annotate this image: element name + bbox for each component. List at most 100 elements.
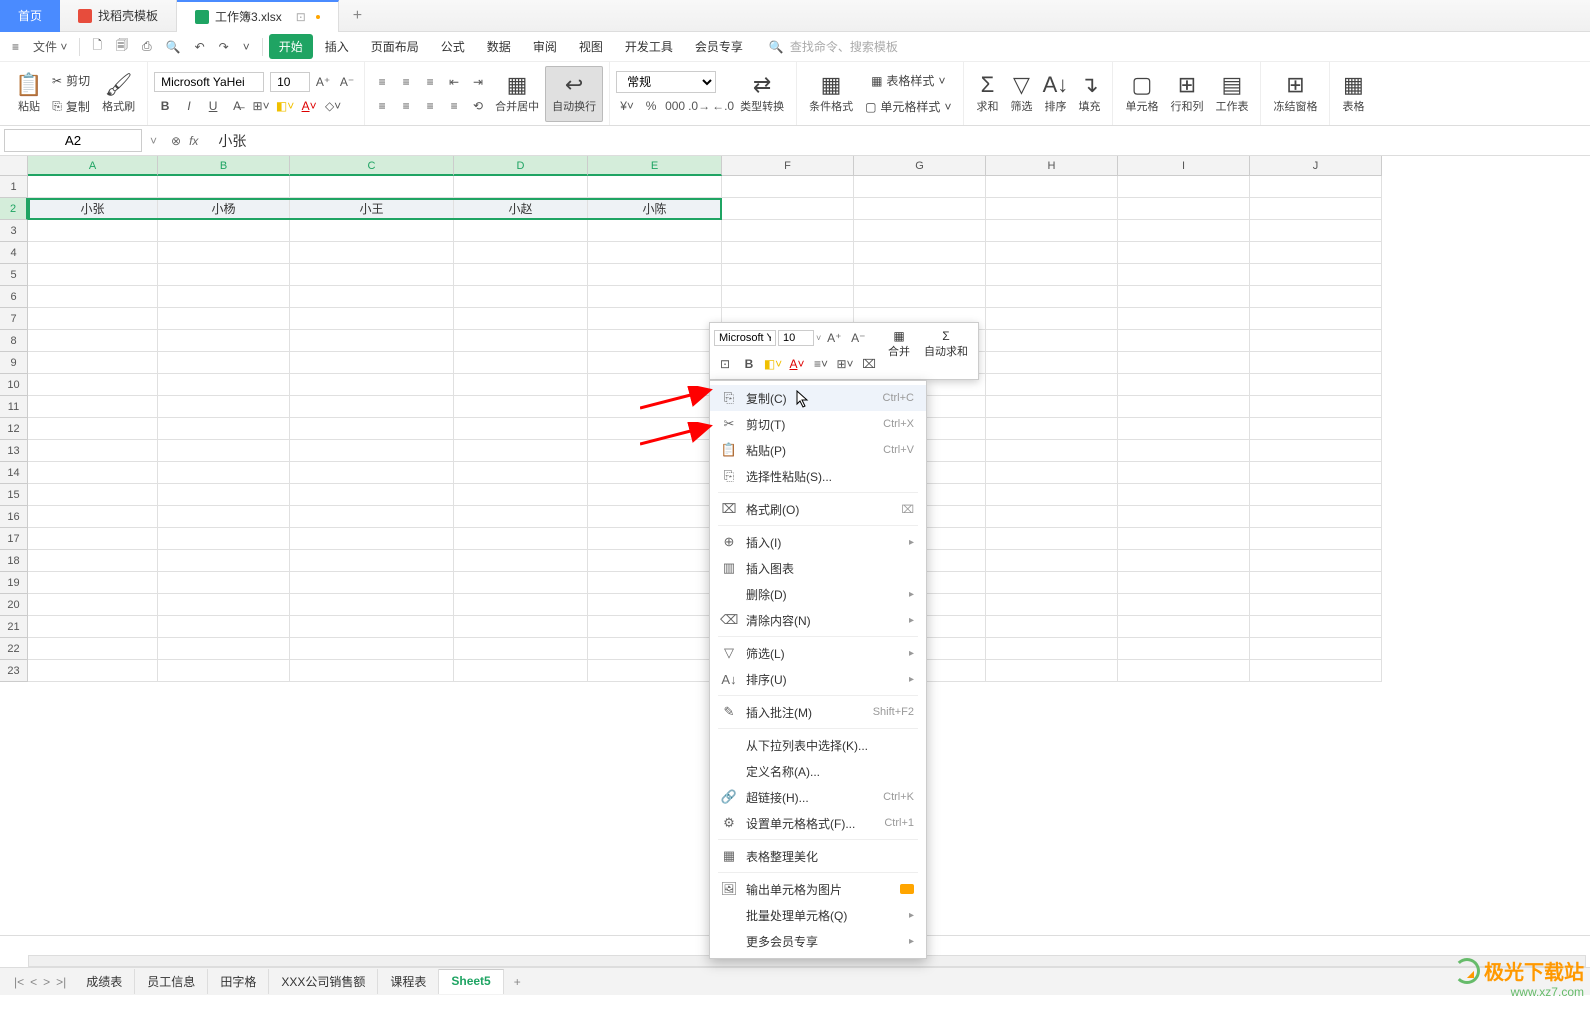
- cell[interactable]: [454, 572, 588, 594]
- cell[interactable]: [986, 330, 1118, 352]
- context-menu-item[interactable]: ⊕插入(I)▸: [710, 529, 926, 555]
- cell[interactable]: [158, 484, 290, 506]
- cell[interactable]: [1118, 594, 1250, 616]
- cell[interactable]: [986, 418, 1118, 440]
- cell[interactable]: [28, 330, 158, 352]
- cell[interactable]: [28, 638, 158, 660]
- cell[interactable]: [1118, 528, 1250, 550]
- sheet-next-icon[interactable]: >: [43, 975, 50, 989]
- cell[interactable]: [158, 352, 290, 374]
- cell[interactable]: [1118, 198, 1250, 220]
- freeze-button[interactable]: ⊞冻结窗格: [1267, 66, 1323, 122]
- cell[interactable]: [588, 594, 722, 616]
- cell[interactable]: [158, 506, 290, 528]
- cell[interactable]: [454, 374, 588, 396]
- comma-icon[interactable]: 000: [664, 95, 686, 117]
- mini-font-size[interactable]: [778, 330, 814, 346]
- row-header[interactable]: 13: [0, 440, 28, 462]
- align-left-icon[interactable]: ≡: [371, 95, 393, 117]
- mini-increase-font-icon[interactable]: A⁺: [823, 327, 845, 349]
- cell[interactable]: [1118, 638, 1250, 660]
- context-menu-item[interactable]: 🖼输出单元格为图片: [710, 876, 926, 902]
- cell[interactable]: [28, 374, 158, 396]
- context-menu-item[interactable]: 📋粘贴(P)Ctrl+V: [710, 437, 926, 463]
- fx-icon[interactable]: fx: [189, 134, 198, 148]
- cell[interactable]: [588, 550, 722, 572]
- cell[interactable]: [1250, 616, 1382, 638]
- row-header[interactable]: 18: [0, 550, 28, 572]
- cell[interactable]: [1118, 396, 1250, 418]
- mini-bold-button[interactable]: B: [738, 353, 760, 375]
- strikethrough-button[interactable]: A̶: [226, 95, 248, 117]
- context-menu-item[interactable]: A↓排序(U)▸: [710, 666, 926, 692]
- mini-select-icon[interactable]: ⊡: [714, 353, 736, 375]
- cell[interactable]: [28, 352, 158, 374]
- cell[interactable]: [1250, 220, 1382, 242]
- cell[interactable]: [454, 220, 588, 242]
- cell[interactable]: [28, 418, 158, 440]
- cell[interactable]: [1250, 528, 1382, 550]
- cell[interactable]: [158, 176, 290, 198]
- undo-icon[interactable]: ↶: [189, 36, 211, 58]
- cell[interactable]: [986, 572, 1118, 594]
- cell[interactable]: [28, 396, 158, 418]
- row-header[interactable]: 21: [0, 616, 28, 638]
- font-size-select[interactable]: [270, 72, 310, 92]
- cell[interactable]: [588, 660, 722, 682]
- name-box[interactable]: [4, 129, 142, 152]
- new-tab-button[interactable]: +: [339, 7, 376, 25]
- cell[interactable]: [290, 462, 454, 484]
- formula-input[interactable]: 小张: [208, 127, 1590, 155]
- cell[interactable]: [290, 374, 454, 396]
- table-style-button[interactable]: ▦表格样式˅: [859, 69, 957, 93]
- cell[interactable]: [28, 660, 158, 682]
- cell[interactable]: [986, 308, 1118, 330]
- context-menu-item[interactable]: ▦表格整理美化: [710, 843, 926, 869]
- format-painter-button[interactable]: 🖌 格式刷: [96, 66, 141, 122]
- cell[interactable]: [986, 242, 1118, 264]
- row-header[interactable]: 4: [0, 242, 28, 264]
- cell[interactable]: [28, 308, 158, 330]
- cell[interactable]: [454, 594, 588, 616]
- cell[interactable]: [1118, 242, 1250, 264]
- align-bottom-icon[interactable]: ≡: [419, 71, 441, 93]
- decrease-font-icon[interactable]: A⁻: [336, 71, 358, 93]
- cell[interactable]: [588, 528, 722, 550]
- cut-button[interactable]: ✂剪切: [46, 69, 96, 93]
- cell[interactable]: [28, 594, 158, 616]
- menu-data[interactable]: 数据: [477, 34, 521, 59]
- context-menu-item[interactable]: ▥插入图表: [710, 555, 926, 581]
- cell[interactable]: [454, 660, 588, 682]
- decrease-decimal-icon[interactable]: ←.0: [712, 95, 734, 117]
- cell[interactable]: [290, 550, 454, 572]
- column-header[interactable]: G: [854, 156, 986, 176]
- cell[interactable]: [1118, 176, 1250, 198]
- cell[interactable]: [290, 418, 454, 440]
- clear-format-button[interactable]: ◇˅: [322, 95, 344, 117]
- cell[interactable]: [986, 374, 1118, 396]
- cell[interactable]: [28, 572, 158, 594]
- cell[interactable]: [854, 264, 986, 286]
- cell[interactable]: [290, 220, 454, 242]
- cell[interactable]: [158, 264, 290, 286]
- cell[interactable]: [158, 330, 290, 352]
- context-menu-item[interactable]: ⌫清除内容(N)▸: [710, 607, 926, 633]
- cell[interactable]: [1250, 308, 1382, 330]
- menu-insert[interactable]: 插入: [315, 34, 359, 59]
- mini-align-icon[interactable]: ≡˅: [810, 353, 832, 375]
- cell[interactable]: [290, 506, 454, 528]
- cell[interactable]: [1250, 396, 1382, 418]
- cell[interactable]: 小陈: [588, 198, 722, 220]
- cell[interactable]: [722, 286, 854, 308]
- cell[interactable]: [588, 286, 722, 308]
- cell[interactable]: [986, 616, 1118, 638]
- row-header[interactable]: 23: [0, 660, 28, 682]
- cell[interactable]: [28, 220, 158, 242]
- sheet-tab[interactable]: Sheet5: [439, 969, 503, 994]
- increase-decimal-icon[interactable]: .0→: [688, 95, 710, 117]
- cell[interactable]: 小杨: [158, 198, 290, 220]
- cell[interactable]: [290, 396, 454, 418]
- file-menu[interactable]: 文件 ˅: [27, 34, 73, 59]
- cell[interactable]: [454, 550, 588, 572]
- row-header[interactable]: 11: [0, 396, 28, 418]
